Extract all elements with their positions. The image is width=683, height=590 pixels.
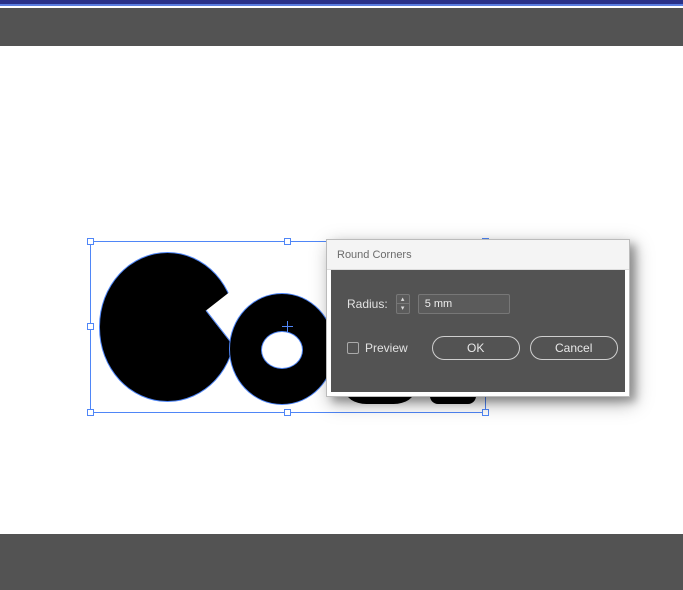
app-titlebar-strip (0, 0, 683, 6)
preview-checkbox[interactable]: Preview (347, 341, 408, 355)
dialog-title: Round Corners (337, 249, 412, 261)
radius-stepper[interactable]: ▴ ▾ (396, 294, 410, 314)
app-toolbar-strip (0, 8, 683, 46)
resize-handle-bottom-middle[interactable] (284, 409, 291, 416)
round-corners-dialog[interactable]: Round Corners Radius: ▴ ▾ 5 mm Preview O… (326, 239, 630, 397)
stepper-down-icon[interactable]: ▾ (397, 304, 409, 313)
canvas[interactable]: Round Corners Radius: ▴ ▾ 5 mm Preview O… (0, 46, 683, 534)
resize-handle-middle-left[interactable] (87, 323, 94, 330)
resize-handle-top-left[interactable] (87, 238, 94, 245)
checkbox-icon[interactable] (347, 342, 359, 354)
cancel-button-label: Cancel (555, 341, 592, 355)
resize-handle-bottom-left[interactable] (87, 409, 94, 416)
resize-handle-top-middle[interactable] (284, 238, 291, 245)
radius-label: Radius: (347, 297, 388, 311)
ok-button[interactable]: OK (432, 336, 520, 360)
resize-handle-bottom-right[interactable] (482, 409, 489, 416)
stepper-up-icon[interactable]: ▴ (397, 295, 409, 304)
dialog-actions-row: Preview OK Cancel (347, 336, 609, 360)
selection-center-mark (282, 321, 293, 332)
dialog-titlebar[interactable]: Round Corners (327, 240, 629, 270)
preview-label: Preview (365, 341, 408, 355)
cancel-button[interactable]: Cancel (530, 336, 618, 360)
ok-button-label: OK (467, 341, 484, 355)
app-bottom-panel-strip (0, 534, 683, 590)
radius-row: Radius: ▴ ▾ 5 mm (347, 294, 609, 314)
dialog-body: Radius: ▴ ▾ 5 mm Preview OK Cancel (331, 270, 625, 392)
radius-input[interactable]: 5 mm (418, 294, 510, 314)
